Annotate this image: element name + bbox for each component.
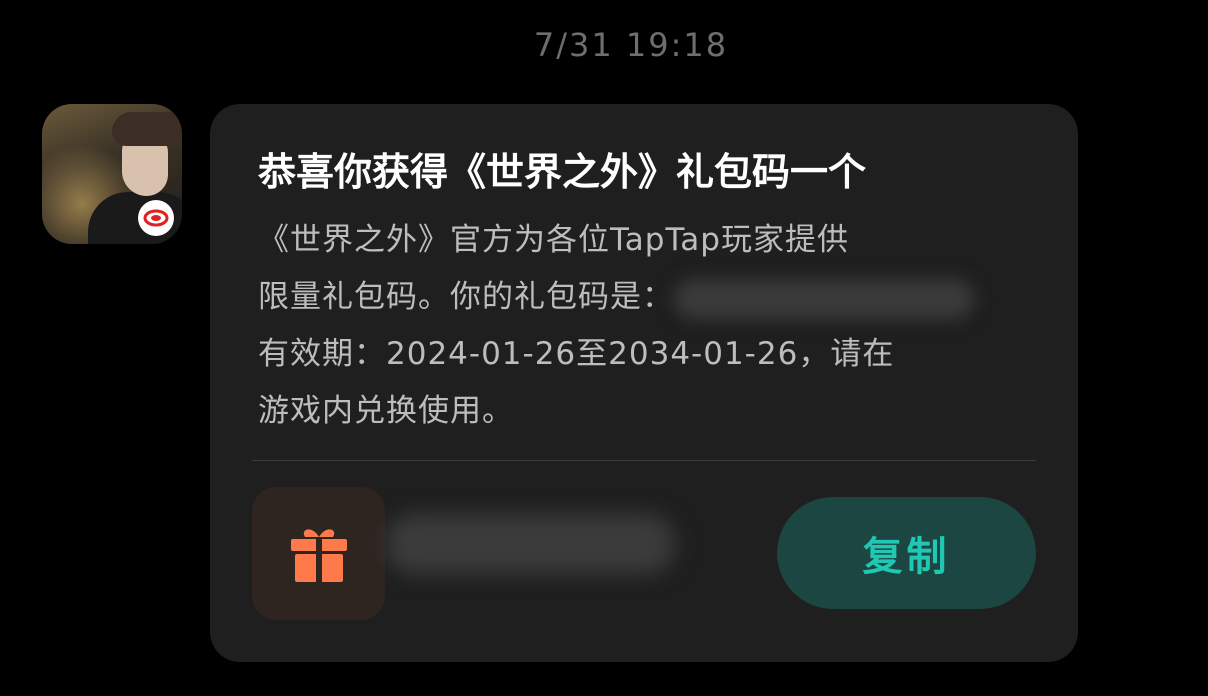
message-body-line: 游戏内兑换使用。: [258, 393, 514, 429]
message-body-line: 限量礼包码。你的礼包码是：: [258, 269, 1018, 326]
gift-icon: [290, 528, 347, 582]
redacted-gift-code-preview: [385, 514, 675, 574]
avatar-hair: [112, 112, 182, 146]
gift-icon-tile: [252, 487, 385, 620]
redacted-gift-code: [674, 278, 974, 319]
gift-code-label: 限量礼包码。你的礼包码是：: [258, 279, 674, 315]
gift-code-message-card: 恭喜你获得《世界之外》礼包码一个 《世界之外》官方为各位TapTap玩家提供 限…: [210, 104, 1078, 662]
validity-period: 有效期：2024-01-26至2034-01-26，请在: [258, 336, 895, 372]
netease-logo-icon: [138, 200, 174, 236]
message-timestamp: 7/31 19:18: [533, 26, 729, 64]
message-body-line: 《世界之外》官方为各位TapTap玩家提供: [258, 222, 849, 258]
sender-avatar[interactable]: [42, 104, 182, 244]
card-divider: [252, 460, 1036, 461]
message-title: 恭喜你获得《世界之外》礼包码一个: [258, 150, 867, 194]
copy-button[interactable]: 复制: [777, 497, 1036, 609]
message-body: 《世界之外》官方为各位TapTap玩家提供 限量礼包码。你的礼包码是： 有效期：…: [258, 212, 1018, 440]
